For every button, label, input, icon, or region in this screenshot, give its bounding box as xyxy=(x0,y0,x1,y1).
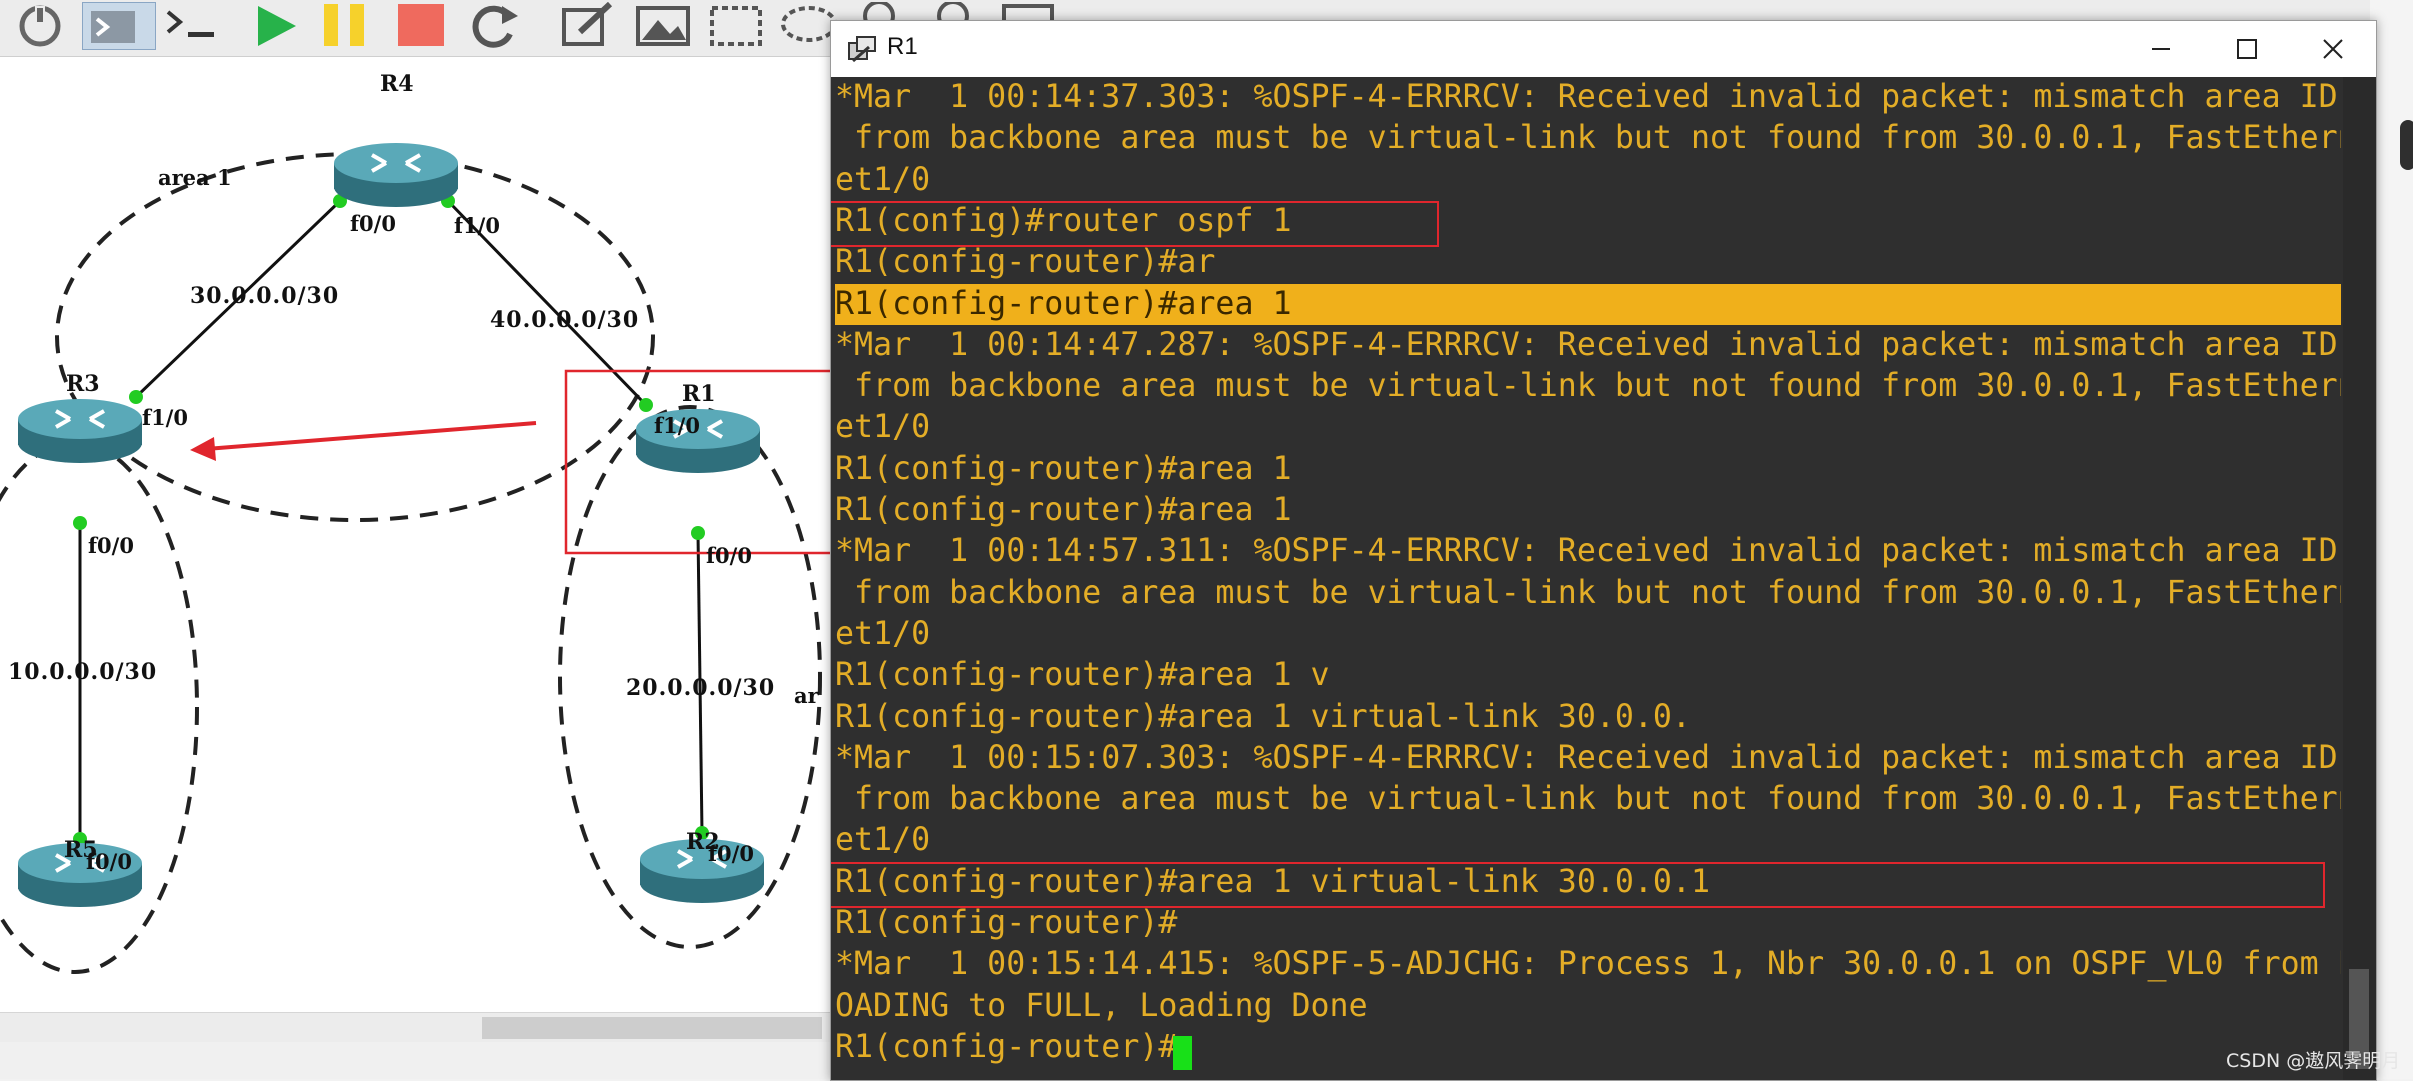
terminal-line: et1/0 xyxy=(835,822,931,859)
stop-icon[interactable] xyxy=(396,2,448,48)
scrollbar-thumb[interactable] xyxy=(482,1017,822,1039)
topology-canvas[interactable]: R4 R3 R1 R5 R2 f0/0 f1/0 f1/0 f1/0 f0/0 … xyxy=(0,57,830,1012)
terminal-line: et1/0 xyxy=(835,409,931,446)
terminal-line-highlighted: R1(config-router)#area 1 xyxy=(835,283,2341,325)
port-label: f1/0 xyxy=(454,213,500,238)
terminal-line: from backbone area must be virtual-link … xyxy=(835,120,2341,157)
port-label: f1/0 xyxy=(654,413,700,438)
area-label: area 1 xyxy=(158,165,232,190)
terminal-titlebar[interactable]: R1 xyxy=(831,21,2376,77)
terminal-line: R1(config-router)#area 1 v xyxy=(835,657,1330,694)
router-r3 xyxy=(18,399,142,463)
insert-picture-icon[interactable] xyxy=(634,2,692,48)
terminal-line: et1/0 xyxy=(835,161,931,198)
terminal-line: from backbone area must be virtual-link … xyxy=(835,368,2341,405)
terminal-line: *Mar 1 00:14:57.311: %OSPF-4-ERRRCV: Rec… xyxy=(835,533,2341,570)
terminal-line: OADING to FULL, Loading Done xyxy=(835,987,1368,1024)
annotation-arrowhead xyxy=(190,437,216,461)
terminal-vertical-scrollbar[interactable] xyxy=(2343,77,2376,1080)
minimize-icon xyxy=(2152,48,2170,50)
port-label: f1/0 xyxy=(142,405,188,430)
annotation-arrow xyxy=(205,421,537,451)
terminal-line: R1(config-router)#area 1 xyxy=(835,450,1292,487)
close-icon xyxy=(2323,39,2343,59)
port-dot xyxy=(639,398,653,412)
network-label: 30.0.0.0/30 xyxy=(190,283,340,309)
terminal-line: R1(config-router)# xyxy=(835,905,1178,941)
status-strip xyxy=(0,1042,830,1079)
terminal-line: R1(config-router)#area 1 virtual-link 30… xyxy=(835,698,1691,735)
terminal-line: *Mar 1 00:15:07.303: %OSPF-4-ERRRCV: Rec… xyxy=(835,739,2341,776)
port-dot xyxy=(691,526,705,540)
port-label: f0/0 xyxy=(88,533,134,558)
edit-note-icon[interactable] xyxy=(560,1,618,48)
terminal-line: R1(config-router)#area 1 xyxy=(835,492,1292,528)
start-icon[interactable] xyxy=(252,2,300,48)
area-label: ar xyxy=(794,683,819,708)
terminal-title: R1 xyxy=(887,33,918,60)
close-button[interactable] xyxy=(2290,21,2376,77)
minimize-button[interactable] xyxy=(2118,21,2204,77)
canvas-horizontal-scrollbar[interactable] xyxy=(0,1012,830,1043)
terminal-line: R1(config-router)# xyxy=(835,1028,1178,1065)
port-label: f0/0 xyxy=(350,211,396,236)
terminal-line: *Mar 1 00:15:14.415: %OSPF-5-ADJCHG: Pro… xyxy=(835,946,2341,983)
reload-icon[interactable] xyxy=(10,2,70,48)
terminal-line: *Mar 1 00:14:37.303: %OSPF-4-ERRRCV: Rec… xyxy=(835,79,2341,115)
router-label-r3: R3 xyxy=(66,371,100,397)
port-dot xyxy=(129,390,143,404)
pause-icon[interactable] xyxy=(320,2,374,48)
terminal-line: *Mar 1 00:14:47.287: %OSPF-4-ERRRCV: Rec… xyxy=(835,326,2341,363)
router-label-r1: R1 xyxy=(682,381,716,407)
network-label: 10.0.0.0/30 xyxy=(8,659,158,685)
port-label: f0/0 xyxy=(86,849,132,874)
port-dot xyxy=(73,516,87,530)
terminal-window[interactable]: R1 *Mar 1 00:14:37.303: %OSPF-4-ERRRCV: … xyxy=(830,20,2377,1081)
putty-icon xyxy=(847,35,877,63)
annotation-box-virtual-link xyxy=(831,862,2325,908)
network-label: 40.0.0.0/30 xyxy=(490,307,640,333)
network-label: 20.0.0.0/30 xyxy=(626,675,776,701)
annotation-box-router-ospf xyxy=(831,201,1439,247)
watermark: CSDN @遨风霁明月 xyxy=(2226,1050,2401,1072)
terminal-line: from backbone area must be virtual-link … xyxy=(835,781,2341,818)
terminal-cursor xyxy=(1173,1036,1192,1070)
router-r4 xyxy=(334,143,458,207)
terminal-line: et1/0 xyxy=(835,615,931,652)
console-all-icon[interactable] xyxy=(82,2,156,50)
maximize-button[interactable] xyxy=(2204,21,2290,77)
terminal-line: from backbone area must be virtual-link … xyxy=(835,574,2341,611)
router-label-r4: R4 xyxy=(380,71,414,97)
terminal-output[interactable]: *Mar 1 00:14:37.303: %OSPF-4-ERRRCV: Rec… xyxy=(831,77,2341,1080)
terminal-line: R1(config-router)#ar xyxy=(835,244,1216,281)
maximize-icon xyxy=(2237,39,2257,59)
port-label: f0/0 xyxy=(706,543,752,568)
area-boundary-top xyxy=(55,152,655,522)
port-label: f0/0 xyxy=(708,841,754,866)
draw-rectangle-icon[interactable] xyxy=(708,2,766,48)
refresh-icon[interactable] xyxy=(464,2,524,48)
terminal-icon[interactable] xyxy=(164,2,226,48)
panel-handle[interactable] xyxy=(2400,120,2413,170)
